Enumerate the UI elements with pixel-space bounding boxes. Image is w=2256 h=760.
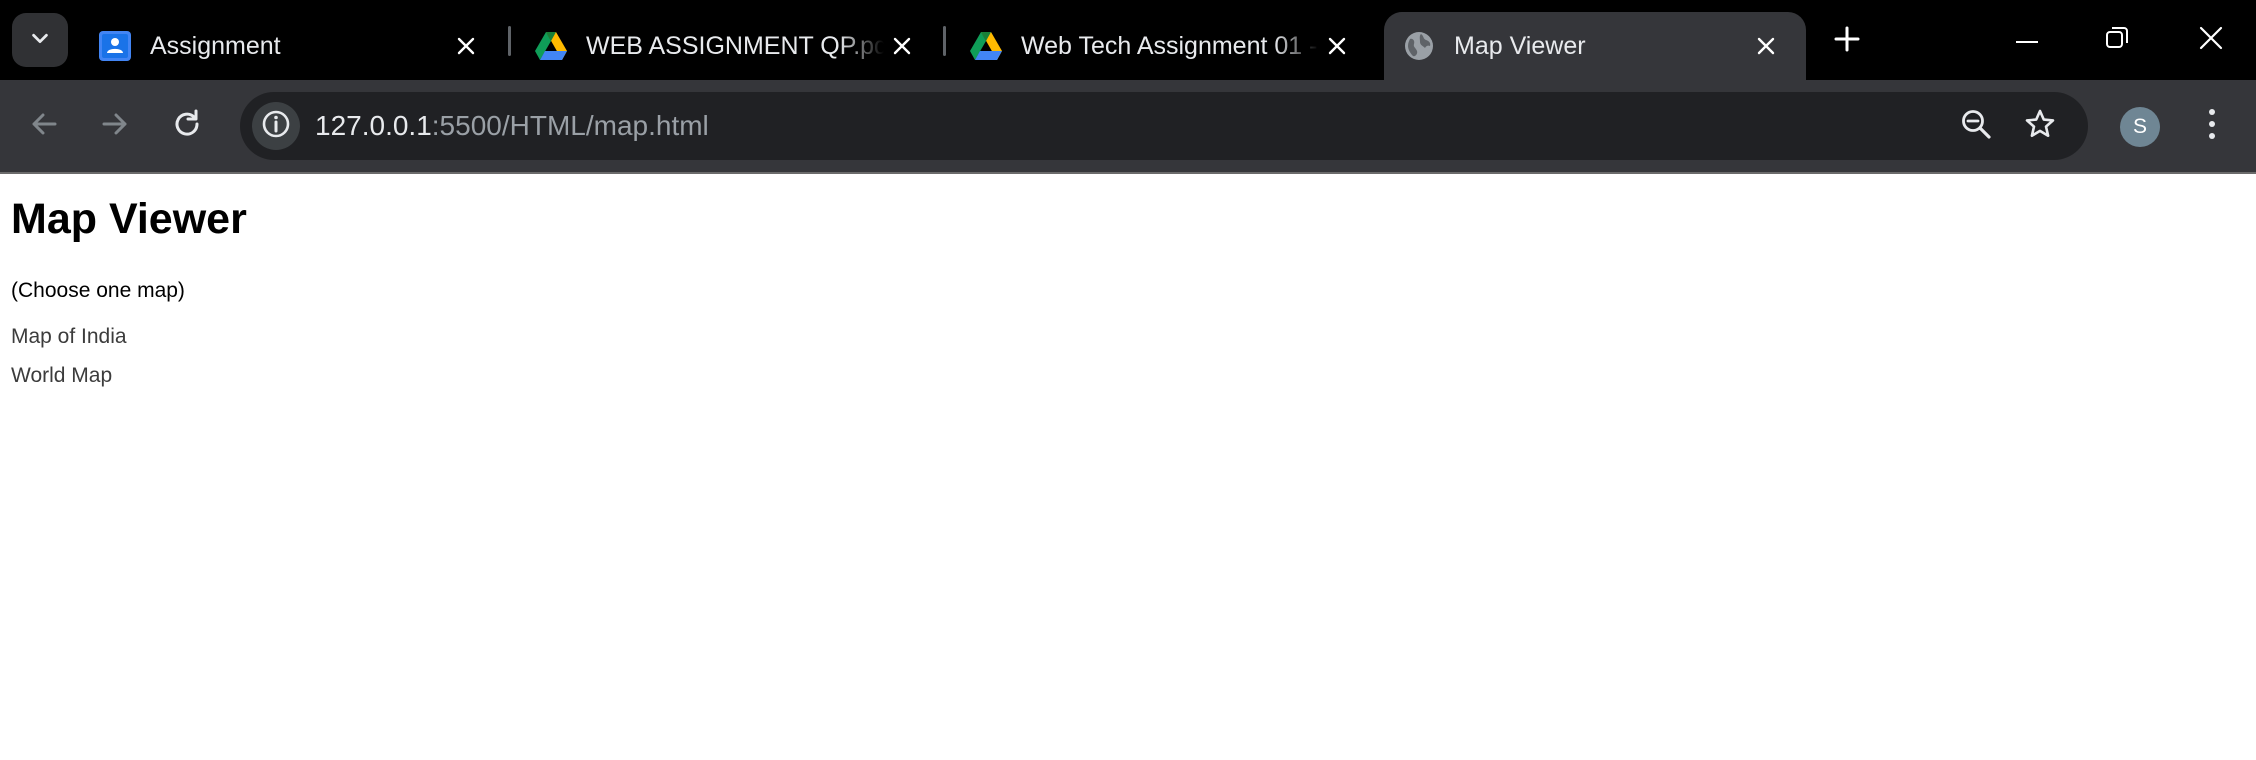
chevron-down-icon xyxy=(29,27,51,54)
globe-icon xyxy=(1402,29,1436,63)
reload-icon xyxy=(172,109,202,144)
star-icon xyxy=(2024,108,2056,145)
back-button[interactable] xyxy=(17,99,71,153)
site-info-button[interactable] xyxy=(252,102,300,150)
profile-avatar[interactable]: S xyxy=(2120,107,2160,147)
close-icon[interactable] xyxy=(884,28,920,64)
close-icon[interactable] xyxy=(1748,28,1784,64)
tab-map-viewer[interactable]: Map Viewer xyxy=(1384,12,1806,80)
google-drive-icon xyxy=(969,29,1003,63)
restore-button[interactable] xyxy=(2072,0,2162,80)
zoom-button[interactable] xyxy=(1952,102,2000,150)
url-host: 127.0.0.1 xyxy=(315,110,432,141)
info-icon xyxy=(261,109,291,144)
browser-toolbar: 127.0.0.1:5500/HTML/map.html S xyxy=(0,80,2256,172)
close-icon[interactable] xyxy=(448,28,484,64)
close-icon xyxy=(2199,26,2223,55)
tab-title: Assignment xyxy=(150,31,281,60)
page-title: Map Viewer xyxy=(11,195,247,243)
google-drive-icon xyxy=(534,29,568,63)
new-tab-button[interactable] xyxy=(1824,18,1870,64)
window-close-button[interactable] xyxy=(2166,0,2256,80)
reload-button[interactable] xyxy=(160,99,214,153)
close-icon[interactable] xyxy=(1319,28,1355,64)
tab-assignment[interactable]: Assignment xyxy=(72,12,506,80)
world-map-link[interactable]: World Map xyxy=(11,365,112,386)
plus-icon xyxy=(1834,26,1860,57)
arrow-right-icon xyxy=(101,110,129,143)
tab-strip: Assignment WEB ASSIGNMENT QP.pdf - Googl… xyxy=(0,0,2256,80)
page-content: Map Viewer (Choose one map) Map of India… xyxy=(0,174,2256,760)
url-text: 127.0.0.1:5500/HTML/map.html xyxy=(315,92,709,160)
more-vertical-icon xyxy=(2208,108,2216,145)
forward-button[interactable] xyxy=(88,99,142,153)
url-path: :5500/HTML/map.html xyxy=(431,110,709,141)
bookmark-button[interactable] xyxy=(2016,102,2064,150)
minimize-button[interactable] xyxy=(1982,0,2072,80)
arrow-left-icon xyxy=(30,110,58,143)
restore-icon xyxy=(2106,26,2128,54)
tab-web-tech-assignment[interactable]: Web Tech Assignment 01 - Google Drive xyxy=(943,12,1377,80)
tab-title: WEB ASSIGNMENT QP.pdf - Google Drive xyxy=(586,31,884,60)
zoom-out-icon xyxy=(1960,108,1992,145)
tab-web-assignment-qp[interactable]: WEB ASSIGNMENT QP.pdf - Google Drive xyxy=(508,12,942,80)
google-classroom-icon xyxy=(98,29,132,63)
tab-title: Map Viewer xyxy=(1454,31,1586,60)
address-bar[interactable]: 127.0.0.1:5500/HTML/map.html xyxy=(240,92,2088,160)
instruction-text: (Choose one map) xyxy=(11,279,185,302)
map-of-india-link[interactable]: Map of India xyxy=(11,326,127,347)
browser-menu-button[interactable] xyxy=(2192,102,2232,150)
minimize-icon xyxy=(2015,31,2039,49)
tab-title: Web Tech Assignment 01 - Google Drive xyxy=(1021,31,1319,60)
tab-search-button[interactable] xyxy=(12,13,68,67)
